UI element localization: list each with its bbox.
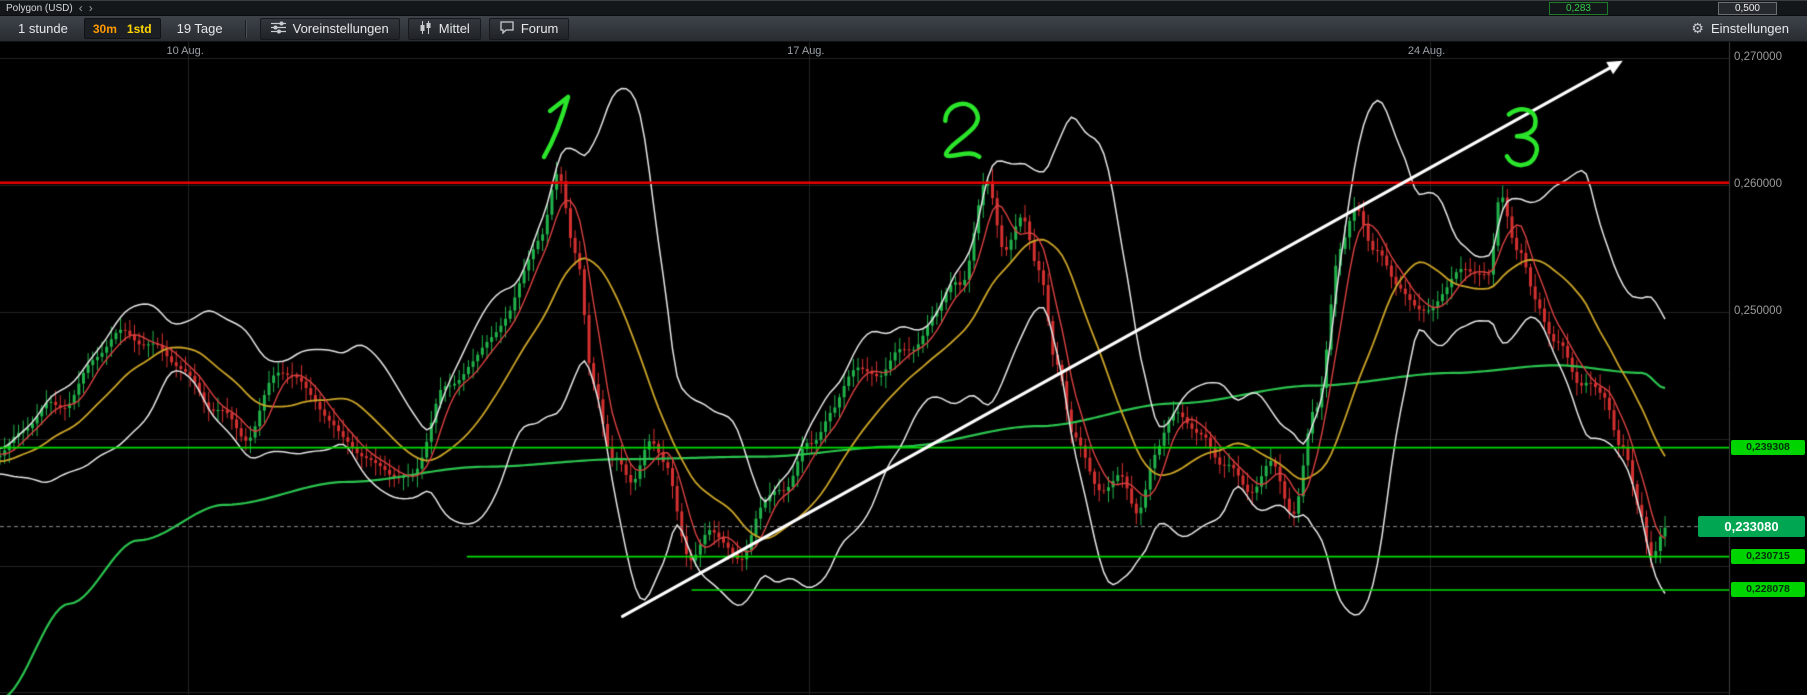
- timeframe-button[interactable]: 1 stunde: [10, 18, 76, 39]
- settings-button[interactable]: ⚙ Einstellungen: [1683, 18, 1797, 39]
- forum-button[interactable]: Forum: [488, 17, 570, 40]
- range-button[interactable]: 19 Tage: [169, 18, 231, 39]
- chevron-right-icon[interactable]: ›: [89, 2, 93, 14]
- top-strip: Polygon (USD) ‹ › 0,283 0,500: [0, 0, 1807, 15]
- chevron-left-icon[interactable]: ‹: [79, 2, 83, 14]
- instrument-title: Polygon (USD): [6, 2, 73, 14]
- instrument-selector[interactable]: Polygon (USD) ‹ ›: [6, 2, 93, 14]
- candlestick-icon: [419, 20, 432, 37]
- chat-bubble-icon: [500, 20, 514, 37]
- presets-label: Voreinstellungen: [292, 21, 389, 36]
- trading-app: Polygon (USD) ‹ › 0,283 0,500 1 stunde 3…: [0, 0, 1807, 695]
- chart-area[interactable]: 10 Aug. 17 Aug. 24 Aug. 0,270000 0,26000…: [0, 42, 1807, 695]
- price-chart-canvas[interactable]: [0, 42, 1807, 695]
- timeframe-30m[interactable]: 30m: [93, 22, 117, 36]
- timeframe-1std[interactable]: 1std: [127, 22, 152, 36]
- indicators-label: Mittel: [438, 21, 470, 36]
- indicators-button[interactable]: Mittel: [407, 17, 481, 40]
- settings-label: Einstellungen: [1710, 21, 1789, 36]
- timeframe-quick-switch: 30m 1std: [83, 18, 161, 39]
- price-fields: 0,283 0,500: [1548, 1, 1801, 15]
- buy-price-field[interactable]: 0,500: [1717, 1, 1777, 15]
- sliders-icon: [270, 21, 286, 37]
- gear-icon: ⚙: [1691, 20, 1704, 36]
- forum-label: Forum: [520, 21, 559, 36]
- toolbar-separator: [244, 19, 246, 38]
- sell-price-field[interactable]: 0,283: [1548, 1, 1608, 15]
- presets-button[interactable]: Voreinstellungen: [259, 17, 400, 40]
- chart-toolbar: 1 stunde 30m 1std 19 Tage Voreinstellung…: [0, 15, 1807, 42]
